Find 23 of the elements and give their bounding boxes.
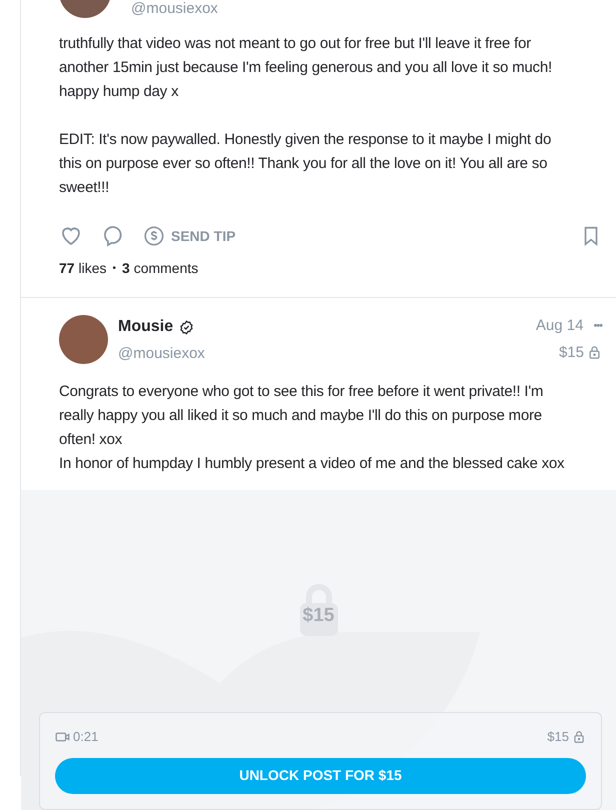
media-price: $15	[547, 728, 569, 746]
unlock-post-button[interactable]: UNLOCK POST FOR $15	[55, 758, 586, 794]
post-price: $15	[558, 342, 584, 362]
video-duration: 0:21	[73, 728, 98, 746]
more-options-button[interactable]: •••	[593, 318, 602, 334]
send-tip-button[interactable]: SEND TIP	[143, 225, 236, 247]
lock-icon	[572, 730, 586, 744]
lock-icon	[587, 345, 602, 360]
likes-count[interactable]: 77 likes	[59, 258, 106, 279]
video-camera-icon	[55, 730, 70, 744]
user-name[interactable]: Mousie	[118, 315, 174, 339]
dollar-coin-icon	[143, 225, 165, 247]
user-handle[interactable]: @mousiexox	[118, 343, 205, 366]
comments-count[interactable]: 3 comments	[122, 258, 198, 279]
separator-dot: •	[112, 262, 116, 276]
avatar[interactable]	[59, 315, 108, 364]
post-text: Congrats to everyone who got to see this for free before it went private!! I'm really happy you all liked it so much and maybe I'll do this on purpose more often! xox	[59, 382, 544, 450]
post-text: In honor of humpday I humbly present a video of me and the blessed cake xox	[59, 454, 566, 474]
user-handle[interactable]: @mousiexox	[131, 0, 218, 18]
post-text: truthfully that video was not meant to go out for free but I'll leave it free for another 15min just because I'm feeling generous and you all love it so much! happy hump day x	[59, 34, 553, 102]
post-date[interactable]: Aug 14	[536, 315, 584, 338]
overlay-price: $15	[302, 604, 334, 628]
post-text: EDIT: It's now paywalled. Honestly given the response to it maybe I might do this on purpose ever so often!! Thank you for all the love on it! You all are so sweet!!!	[59, 130, 552, 198]
